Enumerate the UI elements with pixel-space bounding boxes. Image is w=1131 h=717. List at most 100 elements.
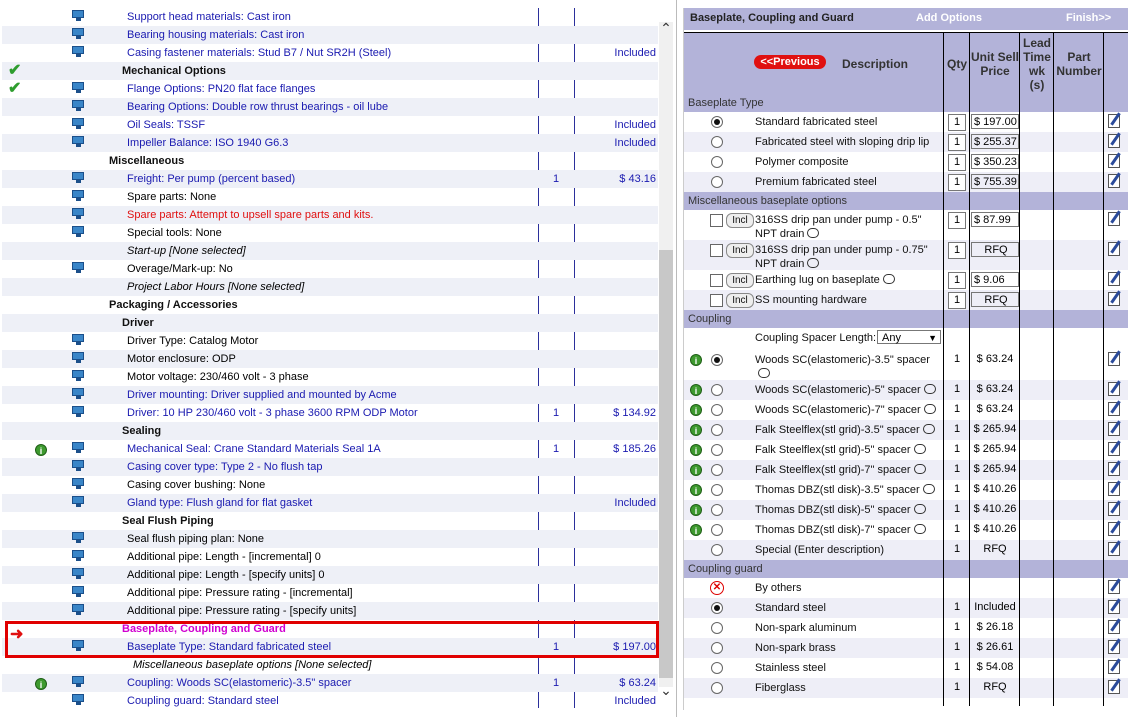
edit-pencil-icon[interactable]: [1108, 660, 1120, 674]
option-radio[interactable]: [711, 504, 723, 516]
edit-icon-wrapper[interactable]: [1108, 242, 1121, 257]
option-radio[interactable]: [711, 404, 723, 416]
configure-monitor-icon[interactable]: [72, 388, 85, 400]
info-icon[interactable]: i: [690, 444, 702, 456]
configure-monitor-icon[interactable]: [72, 694, 85, 706]
edit-icon-wrapper[interactable]: [1108, 174, 1121, 189]
edit-icon-wrapper[interactable]: [1108, 482, 1121, 497]
option-radio[interactable]: [711, 544, 723, 556]
summary-option-link[interactable]: Oil Seals: TSSF: [127, 116, 205, 134]
configure-monitor-icon[interactable]: [72, 100, 85, 112]
edit-pencil-icon[interactable]: [1108, 522, 1120, 536]
configure-monitor-icon[interactable]: [72, 496, 85, 508]
summary-option-link[interactable]: Coupling guard: Standard steel: [127, 692, 279, 710]
info-icon[interactable]: i: [690, 384, 702, 396]
info-icon-wrapper[interactable]: i: [690, 444, 702, 457]
edit-pencil-icon[interactable]: [1108, 442, 1120, 456]
edit-pencil-icon[interactable]: [1108, 680, 1120, 694]
option-checkbox[interactable]: [710, 244, 723, 257]
info-icon-wrapper[interactable]: i: [690, 424, 702, 437]
edit-pencil-icon[interactable]: [1108, 620, 1120, 634]
option-radio[interactable]: [711, 176, 723, 188]
option-qty-input[interactable]: 1: [948, 114, 966, 131]
edit-pencil-icon[interactable]: [1108, 174, 1120, 188]
option-radio[interactable]: [711, 622, 723, 634]
info-icon[interactable]: i: [690, 484, 702, 496]
edit-icon-wrapper[interactable]: [1108, 522, 1121, 537]
configure-monitor-icon[interactable]: [72, 172, 85, 184]
configure-monitor-icon[interactable]: [72, 10, 85, 22]
info-icon-wrapper[interactable]: i: [690, 404, 702, 417]
summary-option-link[interactable]: Bearing Options: Double row thrust beari…: [127, 98, 388, 116]
comment-bubble-icon[interactable]: [913, 504, 926, 514]
option-radio[interactable]: [711, 424, 723, 436]
option-qty-input[interactable]: 1: [948, 292, 966, 309]
configure-monitor-icon[interactable]: [72, 136, 85, 148]
summary-option-link[interactable]: Coupling: Woods SC(elastomeric)-3.5" spa…: [127, 674, 351, 692]
option-radio[interactable]: [711, 116, 723, 128]
edit-icon-wrapper[interactable]: [1108, 134, 1121, 149]
info-icon-wrapper[interactable]: i: [690, 384, 702, 397]
configure-monitor-icon[interactable]: [72, 208, 85, 220]
edit-icon-wrapper[interactable]: [1108, 442, 1121, 457]
edit-icon-wrapper[interactable]: [1108, 462, 1121, 477]
summary-option-link[interactable]: Casing fastener materials: Stud B7 / Nut…: [127, 44, 391, 62]
configure-monitor-icon[interactable]: [72, 406, 85, 418]
info-icon-wrapper[interactable]: i: [690, 464, 702, 477]
info-icon[interactable]: i: [690, 354, 702, 366]
configure-monitor-icon[interactable]: [72, 532, 85, 544]
edit-pencil-icon[interactable]: [1108, 242, 1120, 256]
option-qty-input[interactable]: 1: [948, 242, 966, 259]
edit-icon-wrapper[interactable]: [1108, 352, 1121, 367]
edit-icon-wrapper[interactable]: [1108, 620, 1121, 635]
edit-pencil-icon[interactable]: [1108, 542, 1120, 556]
summary-option-link[interactable]: Gland type: Flush gland for flat gasket: [127, 494, 312, 512]
edit-icon-wrapper[interactable]: [1108, 660, 1121, 675]
edit-pencil-icon[interactable]: [1108, 502, 1120, 516]
option-checkbox[interactable]: [710, 294, 723, 307]
configure-monitor-icon[interactable]: [72, 334, 85, 346]
edit-pencil-icon[interactable]: [1108, 462, 1120, 476]
edit-pencil-icon[interactable]: [1108, 292, 1120, 306]
option-radio[interactable]: [711, 524, 723, 536]
configure-monitor-icon[interactable]: [72, 550, 85, 562]
comment-bubble-icon[interactable]: [922, 484, 935, 494]
edit-pencil-icon[interactable]: [1108, 422, 1120, 436]
comment-bubble-icon[interactable]: [758, 368, 770, 378]
info-icon[interactable]: i: [690, 464, 702, 476]
edit-icon-wrapper[interactable]: [1108, 154, 1121, 169]
scroll-up-icon[interactable]: ⌃: [659, 20, 673, 36]
incl-button[interactable]: Incl: [726, 273, 754, 288]
edit-pencil-icon[interactable]: [1108, 352, 1120, 366]
configure-monitor-icon[interactable]: [72, 676, 85, 688]
incl-button[interactable]: Incl: [726, 213, 754, 228]
comment-bubble-icon[interactable]: [882, 274, 895, 284]
edit-pencil-icon[interactable]: [1108, 134, 1120, 148]
option-radio[interactable]: [711, 602, 723, 614]
configure-monitor-icon[interactable]: [72, 46, 85, 58]
configure-monitor-icon[interactable]: [72, 478, 85, 490]
option-radio[interactable]: [711, 682, 723, 694]
incl-button[interactable]: Incl: [726, 243, 754, 258]
finish-link[interactable]: Finish>>: [1066, 12, 1111, 24]
edit-pencil-icon[interactable]: [1108, 640, 1120, 654]
edit-icon-wrapper[interactable]: [1108, 542, 1121, 557]
comment-bubble-icon[interactable]: [922, 424, 935, 434]
edit-icon-wrapper[interactable]: [1108, 382, 1121, 397]
option-radio[interactable]: [711, 444, 723, 456]
option-checkbox[interactable]: [710, 274, 723, 287]
option-qty-input[interactable]: 1: [948, 212, 966, 229]
edit-pencil-icon[interactable]: [1108, 482, 1120, 496]
info-icon[interactable]: i: [690, 504, 702, 516]
scroll-down-icon[interactable]: ⌄: [659, 682, 673, 698]
edit-icon-wrapper[interactable]: [1108, 114, 1121, 129]
edit-icon-wrapper[interactable]: [1108, 680, 1121, 695]
edit-pencil-icon[interactable]: [1108, 580, 1120, 594]
edit-pencil-icon[interactable]: [1108, 402, 1120, 416]
edit-icon-wrapper[interactable]: [1108, 212, 1121, 227]
info-icon[interactable]: i: [690, 424, 702, 436]
info-icon-wrapper[interactable]: i: [690, 484, 702, 497]
edit-icon-wrapper[interactable]: [1108, 502, 1121, 517]
edit-pencil-icon[interactable]: [1108, 212, 1120, 226]
info-icon-wrapper[interactable]: i: [690, 524, 702, 537]
